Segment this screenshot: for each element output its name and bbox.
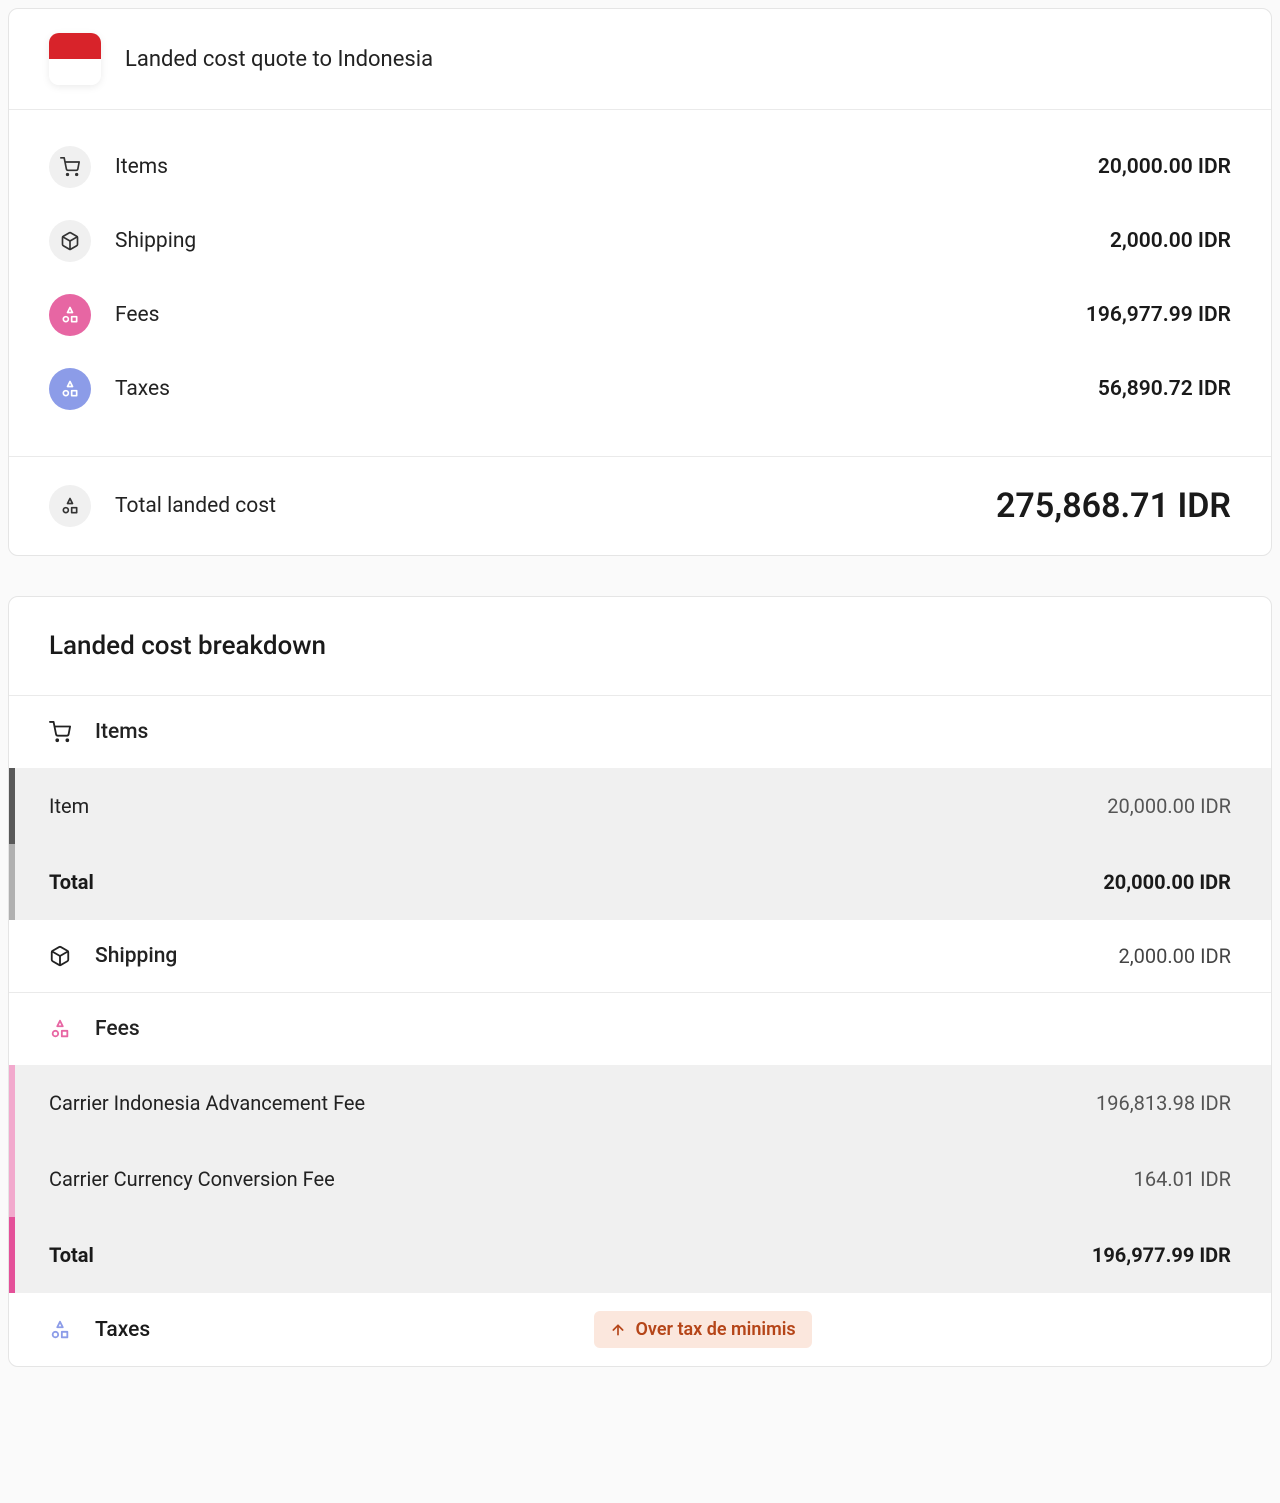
shapes-icon (49, 1319, 71, 1341)
fee-row-value: 196,813.98 IDR (1096, 1091, 1231, 1115)
de-minimis-badge: Over tax de minimis (594, 1311, 812, 1348)
fees-total-row: Total 196,977.99 IDR (9, 1217, 1271, 1293)
box-icon (49, 945, 71, 967)
shapes-icon (49, 1018, 71, 1040)
indonesia-flag-icon (49, 33, 101, 85)
taxes-label: Taxes (115, 377, 170, 401)
items-value: 20,000.00 IDR (1098, 155, 1231, 179)
cart-icon (49, 146, 91, 188)
summary-row-fees: Fees 196,977.99 IDR (49, 278, 1231, 352)
summary-row-shipping: Shipping 2,000.00 IDR (49, 204, 1231, 278)
items-total-value: 20,000.00 IDR (1103, 870, 1231, 894)
cart-icon (49, 721, 71, 743)
shapes-icon (49, 485, 91, 527)
summary-row-items: Items 20,000.00 IDR (49, 130, 1231, 204)
fees-label: Fees (115, 303, 160, 327)
items-header-label: Items (95, 720, 148, 744)
breakdown-shipping-row: Shipping 2,000.00 IDR (9, 920, 1271, 993)
taxes-header-label: Taxes (95, 1318, 150, 1342)
badge-text: Over tax de minimis (636, 1319, 796, 1340)
breakdown-taxes-header: Taxes Over tax de minimis (9, 1293, 1271, 1366)
shapes-icon (49, 368, 91, 410)
fee-row-label: Carrier Currency Conversion Fee (49, 1167, 335, 1191)
box-icon (49, 220, 91, 262)
breakdown-fees-header: Fees (9, 993, 1271, 1065)
taxes-value: 56,890.72 IDR (1098, 377, 1231, 401)
total-value: 275,868.71 IDR (996, 486, 1231, 526)
item-row-value: 20,000.00 IDR (1107, 794, 1231, 818)
table-row: Item 20,000.00 IDR (9, 768, 1271, 844)
fees-sub-section: Carrier Indonesia Advancement Fee 196,81… (9, 1065, 1271, 1293)
items-total-label: Total (49, 870, 94, 894)
breakdown-card: Landed cost breakdown Items Item 20,000.… (8, 596, 1272, 1367)
breakdown-items-header: Items (9, 696, 1271, 768)
fees-header-label: Fees (95, 1017, 140, 1041)
items-total-row: Total 20,000.00 IDR (9, 844, 1271, 920)
arrow-up-icon (610, 1322, 626, 1338)
summary-row-taxes: Taxes 56,890.72 IDR (49, 352, 1231, 426)
breakdown-title: Landed cost breakdown (9, 597, 1271, 696)
fees-total-label: Total (49, 1243, 94, 1267)
quote-summary-card: Landed cost quote to Indonesia Items 20,… (8, 8, 1272, 556)
table-row: Carrier Indonesia Advancement Fee 196,81… (9, 1065, 1271, 1141)
shipping-label: Shipping (115, 229, 196, 253)
items-label: Items (115, 155, 168, 179)
fees-value: 196,977.99 IDR (1086, 303, 1231, 327)
quote-title: Landed cost quote to Indonesia (125, 47, 433, 72)
fees-total-value: 196,977.99 IDR (1092, 1243, 1231, 1267)
shipping-header-label: Shipping (95, 944, 177, 968)
shipping-header-value: 2,000.00 IDR (1119, 944, 1232, 968)
shipping-value: 2,000.00 IDR (1110, 229, 1231, 253)
table-row: Carrier Currency Conversion Fee 164.01 I… (9, 1141, 1271, 1217)
summary-section: Items 20,000.00 IDR Shipping 2,000.00 ID… (9, 110, 1271, 456)
shapes-icon (49, 294, 91, 336)
items-sub-section: Item 20,000.00 IDR Total 20,000.00 IDR (9, 768, 1271, 920)
fee-row-value: 164.01 IDR (1134, 1167, 1231, 1191)
item-row-label: Item (49, 794, 89, 818)
quote-header: Landed cost quote to Indonesia (9, 9, 1271, 110)
fee-row-label: Carrier Indonesia Advancement Fee (49, 1091, 365, 1115)
total-label: Total landed cost (115, 494, 276, 518)
total-section: Total landed cost 275,868.71 IDR (9, 456, 1271, 555)
